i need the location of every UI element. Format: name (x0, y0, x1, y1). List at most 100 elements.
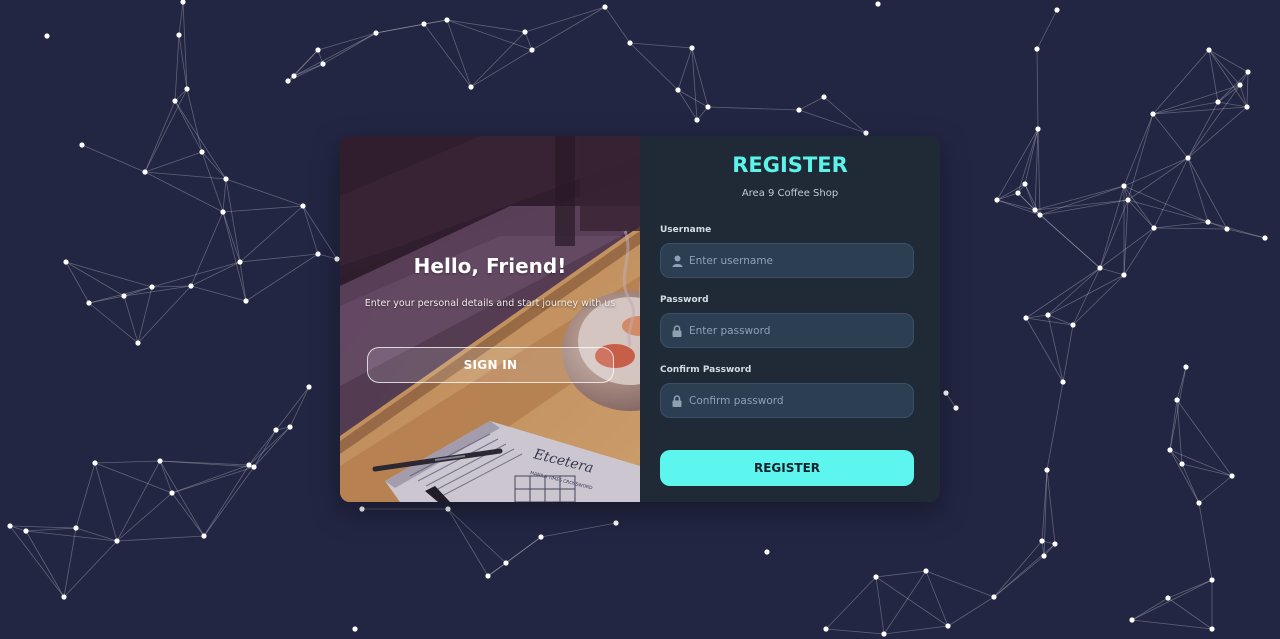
network-link (144, 100, 176, 173)
network-node (1174, 397, 1180, 403)
network-link (137, 285, 192, 344)
password-input[interactable] (689, 314, 913, 347)
network-node (694, 117, 700, 123)
network-link (186, 88, 203, 153)
network-link (798, 109, 867, 134)
network-link (1062, 324, 1074, 383)
network-link (1039, 199, 1129, 216)
network-node (243, 298, 249, 304)
network-link (996, 128, 1039, 201)
network-link (947, 596, 995, 627)
network-link (1034, 185, 1125, 211)
network-link (94, 462, 118, 542)
network-link (1025, 267, 1101, 319)
network-node (1023, 315, 1029, 321)
network-node (1224, 226, 1230, 232)
network-node (1245, 69, 1251, 75)
password-field[interactable] (660, 313, 914, 348)
network-node (1034, 46, 1040, 52)
network-link (1152, 113, 1189, 159)
network-link (1127, 157, 1189, 201)
network-link (1169, 399, 1178, 451)
network-link (123, 285, 192, 297)
network-node (1165, 595, 1171, 601)
network-node (796, 107, 802, 113)
network-node (251, 464, 257, 470)
network-link (423, 23, 472, 88)
network-node (1237, 82, 1243, 88)
sign-in-button[interactable]: SIGN IN (367, 347, 614, 383)
network-link (253, 426, 291, 468)
confirm-password-input[interactable] (689, 384, 913, 417)
network-link (487, 562, 507, 577)
network-node (1037, 212, 1043, 218)
network-link (629, 42, 693, 49)
network-link (531, 6, 606, 51)
network-node (63, 259, 69, 265)
network-node (61, 594, 67, 600)
register-button[interactable]: REGISTER (660, 450, 914, 486)
network-node (675, 87, 681, 93)
network-link (174, 100, 203, 153)
network-node (863, 130, 869, 136)
network-link (88, 295, 125, 304)
network-node (1097, 265, 1103, 271)
network-link (446, 19, 533, 51)
network-link (1187, 106, 1248, 159)
network-link (1123, 227, 1155, 276)
network-node (1052, 541, 1058, 547)
password-label: Password (660, 295, 709, 305)
network-link (65, 261, 90, 304)
network-link (825, 628, 885, 635)
network-link (1181, 463, 1200, 504)
network-node (953, 405, 959, 411)
network-link (171, 492, 205, 537)
network-node (1022, 181, 1028, 187)
username-field[interactable] (660, 243, 914, 278)
network-node (1039, 538, 1045, 544)
network-node (180, 0, 186, 5)
network-node (689, 45, 695, 51)
network-link (524, 31, 533, 51)
network-node (86, 300, 92, 306)
network-link (883, 625, 949, 635)
network-link (116, 535, 205, 542)
network-node (1185, 155, 1191, 161)
network-link (275, 386, 310, 431)
network-node (1150, 111, 1156, 117)
network-link (1034, 199, 1129, 211)
username-input[interactable] (689, 244, 913, 277)
network-link (875, 570, 927, 578)
network-link (25, 530, 118, 542)
network-node (246, 462, 252, 468)
network-link (317, 32, 377, 51)
network-link (825, 576, 877, 630)
network-node (1262, 235, 1268, 241)
network-node (943, 390, 949, 396)
network-link (677, 89, 698, 121)
network-link (1072, 267, 1101, 326)
network-link (1226, 228, 1266, 239)
shop-name: Area 9 Coffee Shop (741, 188, 839, 199)
network-node (1121, 183, 1127, 189)
network-link (174, 100, 227, 180)
network-link (1036, 48, 1039, 130)
network-node (172, 98, 178, 104)
network-node (315, 47, 321, 53)
network-link (171, 464, 250, 494)
network-link (1047, 314, 1064, 383)
network-node (444, 17, 450, 23)
network-node (1179, 461, 1185, 467)
network-node (1209, 626, 1215, 632)
network-node (1244, 104, 1250, 110)
network-node (373, 30, 379, 36)
network-link (1169, 449, 1200, 504)
network-node (285, 78, 291, 84)
network-node (23, 528, 29, 534)
network-node (306, 384, 312, 390)
network-link (116, 460, 161, 542)
network-link (1153, 227, 1228, 230)
confirm-password-field[interactable] (660, 383, 914, 418)
network-node (199, 149, 205, 155)
network-node (421, 21, 427, 27)
